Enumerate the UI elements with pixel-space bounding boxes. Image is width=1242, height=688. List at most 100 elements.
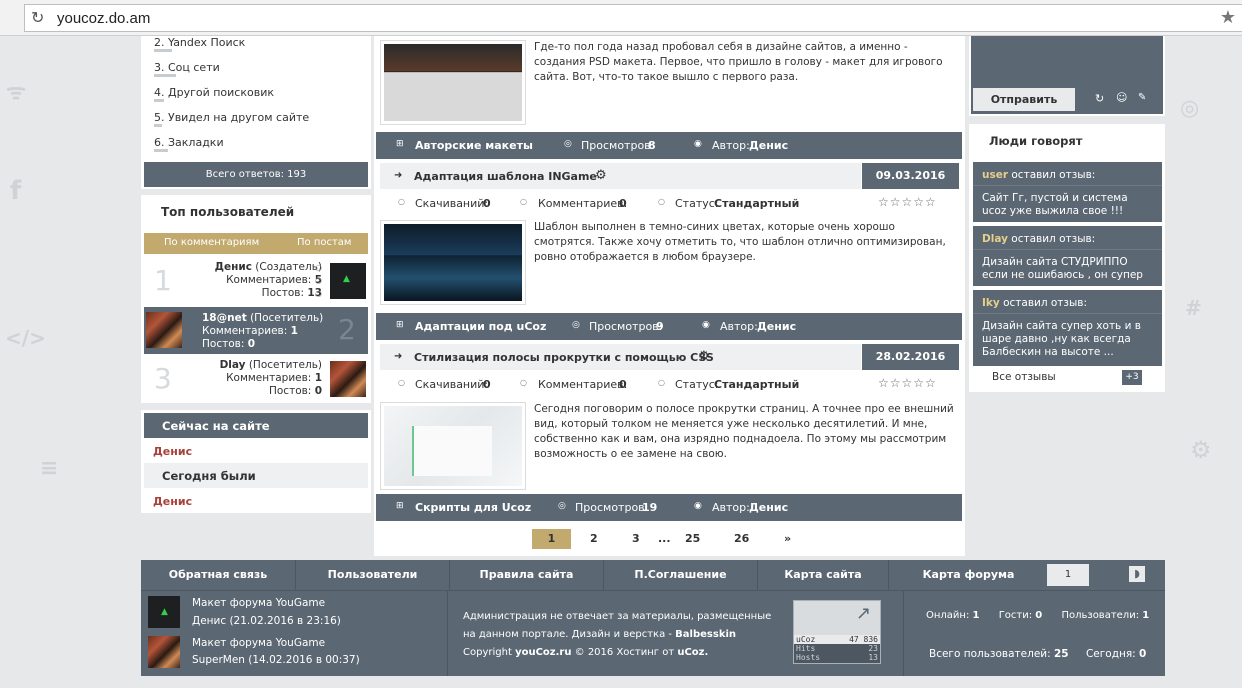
comments-count: 0: [619, 197, 627, 210]
online-title: Сейчас на сайте: [162, 419, 270, 433]
pager-link[interactable]: 3: [632, 532, 640, 552]
all-reviews-link[interactable]: Все отзывы: [992, 371, 1056, 383]
views-label: Просмотров:: [589, 320, 663, 333]
footer-nav-forum-map[interactable]: Карта форума: [906, 560, 1031, 590]
latest-post-title[interactable]: Макет форума YouGame: [192, 597, 325, 609]
author-icon: ◉: [694, 501, 702, 511]
gear-icon[interactable]: ⚙: [698, 349, 710, 364]
footer-nav-sitemap[interactable]: Карта сайта: [758, 560, 888, 590]
send-button[interactable]: Отправить: [973, 88, 1075, 111]
review-user[interactable]: user: [982, 169, 1008, 181]
arrow-icon: ➜: [394, 170, 403, 181]
online-label: Онлайн:: [926, 610, 970, 621]
views-icon: ◎: [564, 139, 572, 149]
smile-icon[interactable]: ☺: [1116, 91, 1127, 104]
review-toolbar: Отправить ↻ ☺ ✎: [971, 86, 1163, 114]
comments-label: Комментариев:: [226, 372, 312, 384]
post-avatar[interactable]: [148, 636, 180, 668]
review-card: Dlay оставил отзыв: Дизайн сайта СТУДРИП…: [973, 226, 1162, 286]
user-name[interactable]: Денис: [215, 261, 252, 273]
site-link[interactable]: youCoz.ru: [515, 647, 571, 658]
ucoz-counter[interactable]: ↗ uCoz 47 836 Hits 23 Hosts 13: [793, 600, 881, 664]
review-user[interactable]: Iky: [982, 297, 1000, 309]
top-user-row[interactable]: 2 18@net (Посетитель) Комментариев: 1 По…: [144, 307, 368, 354]
poll-bar: [154, 74, 176, 77]
category-link[interactable]: Адаптации под uCoz: [415, 320, 546, 333]
article-thumbnail[interactable]: [380, 40, 526, 125]
total-users-label: Всего пользователей:: [929, 648, 1051, 660]
today-user[interactable]: Денис: [153, 495, 192, 508]
footer-nav-feedback[interactable]: Обратная связь: [141, 560, 295, 590]
online-count: 1: [972, 610, 980, 621]
author-name[interactable]: Денис: [757, 320, 796, 333]
designer-link[interactable]: Balbesskin: [675, 629, 736, 640]
category-link[interactable]: Авторские макеты: [415, 139, 533, 152]
top-user-row[interactable]: 3 Dlay (Посетитель) Комментариев: 1 Пост…: [144, 356, 368, 403]
pager-link[interactable]: 26: [734, 532, 749, 552]
counter-hosts-label: Hosts: [796, 653, 821, 662]
footer-nav-rules[interactable]: Правила сайта: [450, 560, 603, 590]
latest-post-title[interactable]: Макет форума YouGame: [192, 637, 325, 649]
top-user-row[interactable]: 1 Денис (Создатель) Комментариев: 5 Пост…: [144, 258, 368, 305]
rating-stars[interactable]: ☆☆☆☆☆: [878, 195, 937, 209]
article-description: Где-то пол года назад пробовал себя в ди…: [534, 41, 943, 83]
article-title[interactable]: Стилизация полосы прокрутки с помощью CS…: [414, 351, 714, 364]
users-label: Пользователи:: [1061, 610, 1140, 621]
tab-by-comments[interactable]: По комментариям: [164, 237, 259, 248]
article-thumbnail[interactable]: [380, 220, 526, 305]
user-rank: 3: [154, 362, 172, 395]
user-name[interactable]: 18@net: [202, 312, 247, 324]
reviews-title: Люди говорят: [989, 134, 1083, 148]
rss-icon[interactable]: ◗: [1129, 566, 1145, 582]
pager-link[interactable]: 25: [685, 532, 700, 552]
poll-option: 5. Увидел на другом сайте: [154, 111, 310, 124]
footer-nav-users[interactable]: Пользователи: [296, 560, 449, 590]
counter-hits-label: Hits: [796, 644, 816, 653]
user-name[interactable]: Dlay: [220, 359, 246, 371]
category-bar: ⊞ Адаптации под uCoz ◎ Просмотров: 9 ◉ А…: [376, 313, 962, 340]
bookmark-star-icon[interactable]: ★: [1220, 7, 1236, 28]
pager-current[interactable]: 1: [532, 529, 571, 549]
review-action: оставил отзыв:: [1003, 297, 1088, 309]
user-avatar[interactable]: [330, 361, 366, 397]
online-header: Сейчас на сайте: [144, 413, 368, 438]
top-users-title: Топ пользователей: [161, 205, 295, 219]
gear-icon[interactable]: ⚙: [595, 168, 607, 183]
latest-post-meta: Денис (21.02.2016 в 23:16): [192, 615, 341, 627]
downloads-count: 0: [483, 197, 491, 210]
page-number-box[interactable]: 1: [1047, 564, 1089, 586]
post-avatar[interactable]: [148, 596, 180, 628]
article-title[interactable]: Адаптация шаблона INGame: [414, 170, 597, 183]
comments-label: Комментариев:: [538, 197, 628, 210]
review-user[interactable]: Dlay: [982, 233, 1008, 245]
footer-nav-agreement[interactable]: П.Соглашение: [604, 560, 757, 590]
online-user[interactable]: Денис: [153, 445, 192, 458]
author-name[interactable]: Денис: [749, 139, 788, 152]
refresh-icon[interactable]: ↻: [1095, 92, 1104, 105]
host-link[interactable]: uCoz.: [677, 647, 708, 658]
latest-post-meta: SuperMen (14.02.2016 в 00:37): [192, 654, 360, 666]
author-name[interactable]: Денис: [749, 501, 788, 514]
tab-by-posts[interactable]: По постам: [297, 237, 351, 248]
views-count: 8: [648, 139, 656, 152]
article-description: Шаблон выполнен в темно-синих цветах, ко…: [534, 221, 946, 263]
rating-stars[interactable]: ☆☆☆☆☆: [878, 376, 937, 390]
comment-icon[interactable]: ✎: [1138, 92, 1146, 103]
review-text: Сайт Гг, пустой и система ucoz уже выжил…: [982, 192, 1128, 217]
comments-label: Комментариев:: [202, 325, 288, 337]
review-textarea[interactable]: [971, 36, 1163, 86]
pager-link[interactable]: 2: [590, 532, 598, 552]
arrow-icon: ↗: [856, 603, 872, 624]
user-avatar[interactable]: [146, 312, 182, 348]
views-label: Просмотров:: [581, 139, 655, 152]
more-reviews-badge[interactable]: +3: [1122, 370, 1142, 385]
article-thumbnail[interactable]: [380, 402, 526, 490]
user-avatar[interactable]: [330, 263, 366, 299]
author-label: Автор:: [712, 501, 750, 514]
address-bar[interactable]: ↻ youcoz.do.am ★: [24, 4, 1242, 32]
counter-brand: uCoz: [796, 635, 816, 644]
reload-icon[interactable]: ↻: [31, 8, 44, 27]
url-text[interactable]: youcoz.do.am: [57, 10, 150, 27]
pager-next[interactable]: »: [784, 532, 791, 552]
category-link[interactable]: Скрипты для Ucoz: [415, 501, 531, 514]
